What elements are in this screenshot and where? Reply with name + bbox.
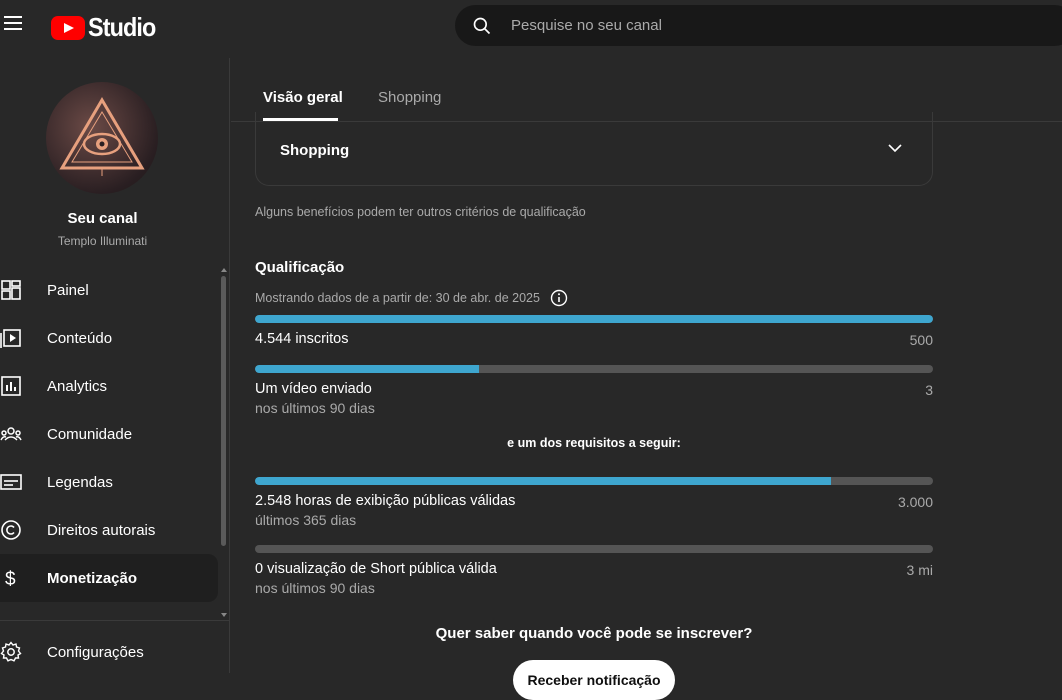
- studio-logo[interactable]: Studio: [51, 12, 163, 43]
- illuminati-eye-icon: [59, 97, 145, 176]
- tab-visao-geral[interactable]: Visão geral: [263, 89, 343, 106]
- sidebar-item-label: Configurações: [47, 643, 144, 661]
- channel-title: Seu canal: [67, 210, 138, 227]
- sidebar-item-label: Legendas: [47, 473, 113, 491]
- info-icon[interactable]: [550, 289, 568, 307]
- settings-section: Configurações: [0, 620, 230, 673]
- data-since-text: Mostrando dados de a partir de: 30 de ab…: [255, 291, 540, 305]
- videos-label: Um vídeo enviado: [255, 381, 372, 397]
- shopping-card[interactable]: Shopping: [255, 112, 933, 186]
- chevron-down-icon[interactable]: [887, 140, 903, 156]
- sidebar-item-conteudo[interactable]: Conteúdo: [0, 314, 218, 362]
- sidebar-item-configuracoes[interactable]: Configurações: [0, 621, 230, 683]
- videos-sub: nos últimos 90 dias: [255, 400, 375, 416]
- scroll-down-arrow[interactable]: [221, 613, 227, 617]
- dashboard-icon: [1, 280, 21, 300]
- subscribers-target: 500: [909, 332, 933, 348]
- tab-shopping[interactable]: Shopping: [378, 89, 441, 106]
- sidebar-item-direitos-autorais[interactable]: Direitos autorais: [0, 506, 218, 554]
- search-icon[interactable]: [472, 16, 492, 36]
- svg-text:$: $: [5, 569, 16, 589]
- shorts-views-sub: nos últimos 90 dias: [255, 580, 375, 596]
- channel-avatar[interactable]: [46, 82, 158, 194]
- sidebar-item-label: Direitos autorais: [47, 521, 156, 539]
- gear-icon: [0, 641, 22, 662]
- watch-hours-progress-bar: [255, 477, 933, 485]
- youtube-play-icon: [51, 15, 85, 40]
- community-icon: [0, 427, 22, 441]
- top-bar: Studio: [0, 0, 1062, 52]
- analytics-icon: [1, 376, 21, 396]
- sidebar: Seu canal Templo Illuminati Painel Conte…: [0, 58, 230, 673]
- sidebar-item-comunidade[interactable]: Comunidade: [0, 410, 218, 458]
- sidebar-item-label: Monetização: [47, 569, 138, 587]
- sidebar-scrollbar[interactable]: [221, 276, 226, 546]
- sidebar-item-analytics[interactable]: Analytics: [0, 362, 218, 410]
- sidebar-item-label: Comunidade: [47, 425, 133, 443]
- shorts-views-label: 0 visualização de Short pública válida: [255, 561, 497, 577]
- subscribers-label: 4.544 inscritos: [255, 331, 349, 347]
- copyright-icon: [1, 520, 21, 540]
- channel-name: Templo Illuminati: [57, 234, 148, 248]
- sidebar-item-label: Analytics: [47, 377, 108, 395]
- qualification-title: Qualificação: [255, 259, 345, 276]
- subtitles-icon: [0, 474, 22, 490]
- menu-icon[interactable]: [4, 16, 22, 30]
- watch-hours-sub: últimos 365 dias: [255, 512, 357, 528]
- dollar-icon: $: [5, 569, 16, 589]
- sidebar-item-label: Painel: [47, 281, 89, 299]
- eligibility-question: Quer saber quando você pode se inscrever…: [435, 625, 753, 642]
- sidebar-item-label: Conteúdo: [47, 329, 113, 347]
- sidebar-item-legendas[interactable]: Legendas: [0, 458, 218, 506]
- logo-text: Studio: [88, 12, 156, 42]
- videos-target: 3: [925, 382, 933, 398]
- watch-hours-label: 2.548 horas de exibição públicas válidas: [255, 493, 516, 509]
- sidebar-item-painel[interactable]: Painel: [0, 266, 218, 314]
- notify-me-button[interactable]: Receber notificação: [513, 660, 675, 700]
- eligibility-note: Alguns benefícios podem ter outros crité…: [255, 205, 586, 219]
- shopping-card-title: Shopping: [280, 142, 350, 159]
- subscribers-progress-bar: [255, 315, 933, 323]
- search-input[interactable]: [511, 13, 1011, 37]
- sidebar-item-monetizacao[interactable]: $ Monetização: [0, 554, 218, 602]
- scroll-up-arrow[interactable]: [221, 268, 227, 272]
- sidebar-nav: Painel Conteúdo Analytics Comunidade Leg…: [0, 266, 218, 602]
- data-since-row: Mostrando dados de a partir de: 30 de ab…: [255, 289, 568, 307]
- shorts-views-target: 3 mi: [906, 562, 933, 578]
- content-icon: [0, 329, 21, 348]
- search-bar[interactable]: [455, 5, 1062, 46]
- shorts-views-progress-bar: [255, 545, 933, 553]
- videos-progress-bar: [255, 365, 933, 373]
- watch-hours-target: 3.000: [897, 494, 933, 510]
- one-of-requirements-text: e um dos requisitos a seguir:: [507, 436, 681, 450]
